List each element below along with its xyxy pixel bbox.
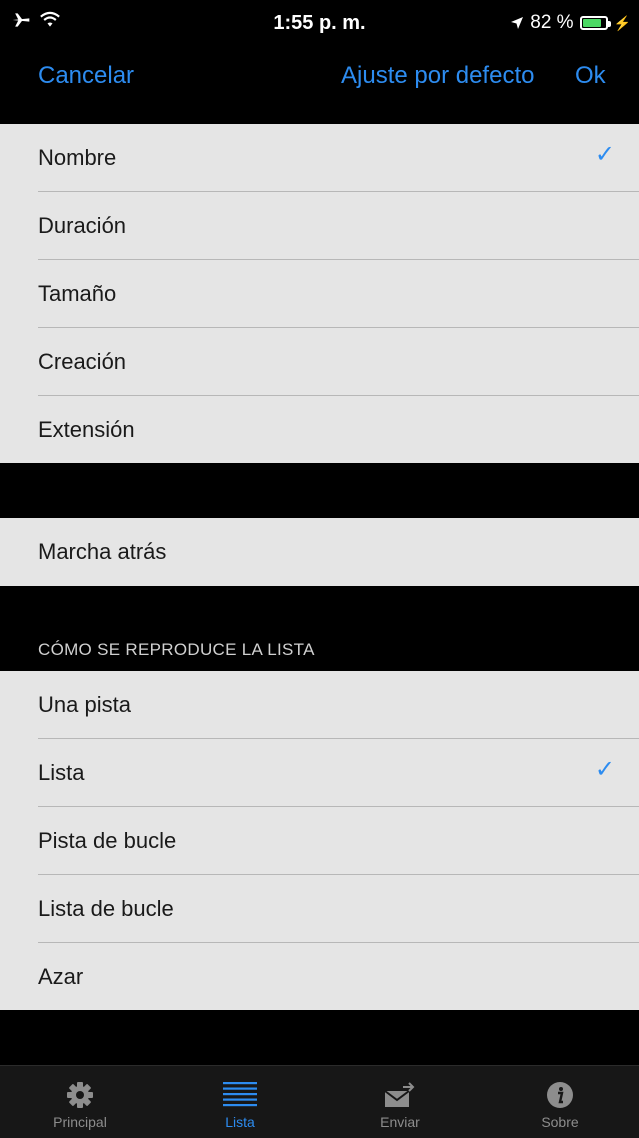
checkmark-icon: ✓: [594, 756, 615, 783]
play-mode-label: Azar: [38, 964, 84, 989]
tab-enviar[interactable]: Enviar: [320, 1066, 480, 1138]
list-icon: [223, 1082, 257, 1107]
battery-percent: 82 %: [530, 12, 574, 33]
play-mode-row[interactable]: Lista de bucle: [0, 875, 639, 943]
reverse-group: Marcha atrás: [0, 518, 639, 586]
play-mode-row[interactable]: Lista ✓: [0, 739, 639, 807]
cancel-button[interactable]: Cancelar: [38, 62, 134, 90]
tab-lista-label: Lista: [225, 1114, 255, 1130]
sort-option-row[interactable]: Tamaño: [0, 260, 639, 328]
sort-options-group: Nombre ✓ Duración Tamaño Creación Extensión: [0, 124, 639, 463]
play-mode-group: Una pista Lista ✓ Pista de bucle Lista de bu…: [0, 671, 639, 1010]
sort-option-label: Creación: [38, 349, 127, 374]
tab-sobre-label: Sobre: [541, 1114, 579, 1130]
info-icon: [547, 1082, 573, 1108]
reverse-row[interactable]: Marcha atrás: [0, 518, 639, 586]
sort-option-row[interactable]: Duración: [0, 192, 639, 260]
tab-lista[interactable]: Lista: [160, 1066, 320, 1138]
battery-icon: [579, 16, 611, 30]
reverse-label: Marcha atrás: [38, 539, 167, 564]
sort-option-row[interactable]: Nombre ✓: [0, 124, 639, 192]
checkmark-icon: ✓: [594, 141, 615, 168]
navigation-bar: Cancelar Ajuste por defecto Ok: [0, 50, 639, 100]
location-arrow-icon: [511, 17, 524, 29]
tab-enviar-label: Enviar: [380, 1114, 420, 1130]
gear-icon: [67, 1082, 93, 1108]
send-icon: [384, 1082, 415, 1107]
status-right: 82 % ⚡: [510, 12, 631, 34]
ok-button[interactable]: Ok: [575, 62, 606, 90]
tab-bar: Principal Lista Enviar Sobre: [0, 1065, 639, 1138]
sort-option-label: Duración: [38, 213, 127, 238]
tab-principal[interactable]: Principal: [0, 1066, 160, 1138]
play-mode-label: Lista: [38, 760, 85, 785]
sort-option-row[interactable]: Extensión: [0, 396, 639, 464]
status-bar: 1:55 p. m. 82 % ⚡: [0, 0, 639, 48]
play-mode-row[interactable]: Una pista: [0, 671, 639, 739]
play-mode-header: CÓMO SE REPRODUCE LA LISTA: [38, 640, 315, 659]
sort-option-label: Tamaño: [38, 281, 117, 306]
play-mode-label: Una pista: [38, 692, 131, 717]
sort-option-label: Extensión: [38, 417, 135, 442]
tab-principal-label: Principal: [53, 1114, 107, 1130]
play-mode-label: Pista de bucle: [38, 828, 177, 853]
play-mode-row[interactable]: Pista de bucle: [0, 807, 639, 875]
tab-sobre[interactable]: Sobre: [480, 1066, 639, 1138]
play-mode-row[interactable]: Azar: [0, 943, 639, 1011]
default-settings-button[interactable]: Ajuste por defecto: [341, 62, 534, 90]
play-mode-label: Lista de bucle: [38, 896, 174, 921]
sort-option-label: Nombre: [38, 145, 117, 170]
sort-option-row[interactable]: Creación: [0, 328, 639, 396]
charging-bolt-icon: ⚡: [613, 14, 631, 31]
